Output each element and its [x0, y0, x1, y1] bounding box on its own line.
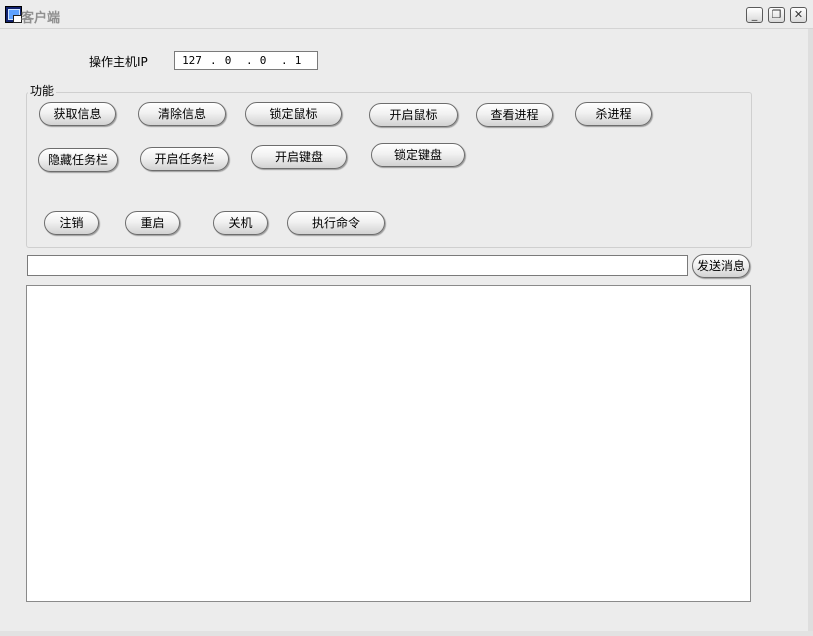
restore-button[interactable]: ❐ — [768, 7, 785, 23]
message-input[interactable] — [27, 255, 688, 276]
enable-keyboard-button[interactable]: 开启键盘 — [251, 145, 347, 169]
host-ip-label: 操作主机IP — [89, 55, 148, 69]
hide-taskbar-button[interactable]: 隐藏任务栏 — [38, 148, 118, 172]
ip-octet-1[interactable]: 127 — [180, 54, 204, 67]
lock-mouse-button[interactable]: 锁定鼠标 — [245, 102, 342, 126]
kill-process-button[interactable]: 杀进程 — [575, 102, 652, 126]
show-taskbar-button[interactable]: 开启任务栏 — [140, 147, 229, 171]
minimize-button[interactable]: _ — [746, 7, 763, 23]
view-processes-button[interactable]: 查看进程 — [476, 103, 553, 127]
restart-button[interactable]: 重启 — [125, 211, 180, 235]
execute-command-button[interactable]: 执行命令 — [287, 211, 385, 235]
enable-mouse-button[interactable]: 开启鼠标 — [369, 103, 458, 127]
title-bar[interactable]: 客户端 _ ❐ ✕ — [0, 0, 813, 29]
window-title: 客户端 — [21, 11, 61, 26]
logoff-button[interactable]: 注销 — [44, 211, 99, 235]
shutdown-button[interactable]: 关机 — [213, 211, 268, 235]
ip-octet-4[interactable]: 1 — [286, 54, 310, 67]
send-message-button[interactable]: 发送消息 — [692, 254, 750, 278]
output-textarea[interactable] — [26, 285, 751, 602]
ip-octet-2[interactable]: 0 — [216, 54, 240, 67]
clear-info-button[interactable]: 清除信息 — [138, 102, 226, 126]
lock-keyboard-button[interactable]: 锁定键盘 — [371, 143, 465, 167]
app-icon — [5, 6, 22, 23]
host-ip-field[interactable]: 127 . 0 . 0 . 1 — [174, 51, 318, 70]
close-button[interactable]: ✕ — [790, 7, 807, 23]
window-right-border — [808, 29, 813, 636]
ip-octet-3[interactable]: 0 — [251, 54, 275, 67]
functions-group-label: 功能 — [28, 82, 57, 99]
window-bottom-border — [0, 631, 813, 636]
get-info-button[interactable]: 获取信息 — [39, 102, 116, 126]
